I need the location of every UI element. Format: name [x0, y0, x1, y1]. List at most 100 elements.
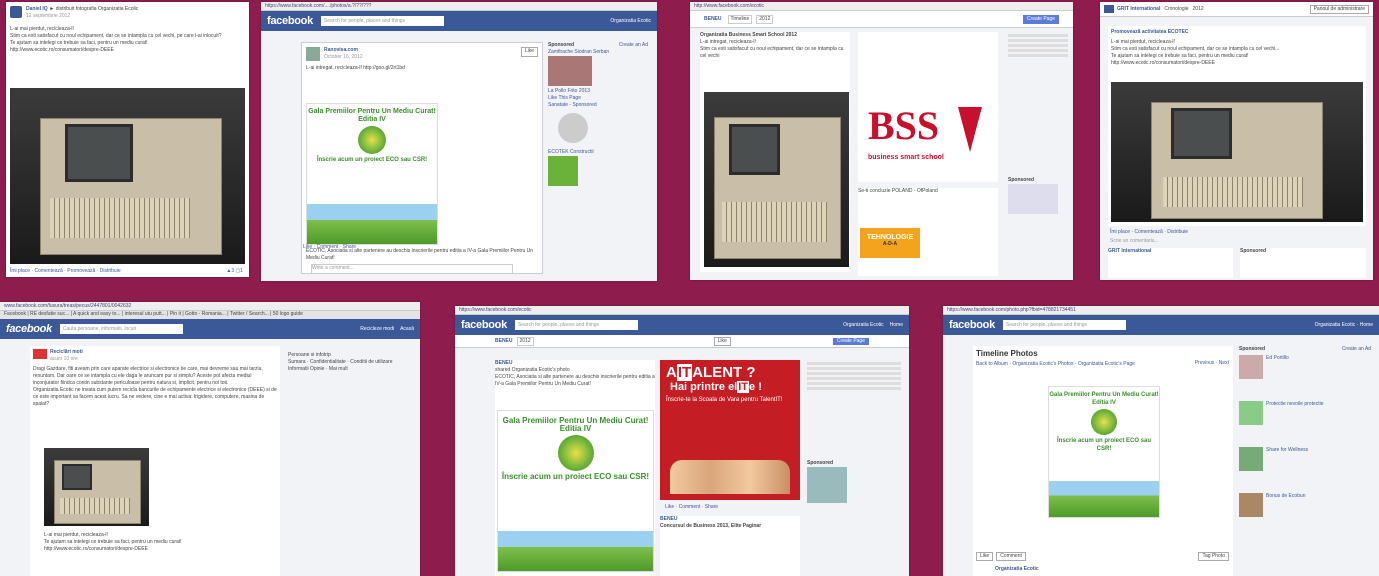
ad-title[interactable]: Zamfirache Siodran Serban: [548, 49, 648, 56]
eco-seal-icon: [1091, 409, 1117, 435]
poster-name[interactable]: BENEU: [495, 360, 655, 367]
post-title: Organizatia Business Smart School 2012: [700, 32, 797, 38]
post-date: October 16, 2012: [324, 54, 363, 60]
address-bar[interactable]: https://www.facebook.com/..../photos/a.?…: [261, 2, 657, 11]
poster-name[interactable]: BENEU: [660, 516, 800, 523]
tab-timeline[interactable]: BENEU: [495, 338, 513, 345]
poster-name[interactable]: GRIT International: [1108, 248, 1151, 254]
gala-poster[interactable]: Gala Premiilor Pentru Un Mediu Curat! Ed…: [497, 410, 654, 572]
comment-input[interactable]: Write a comment...: [311, 264, 513, 274]
post-photo[interactable]: [704, 92, 849, 267]
talent-it-2: IT: [737, 381, 750, 393]
timeline-select[interactable]: Cronologie: [1164, 6, 1188, 13]
talent-a: A: [666, 364, 677, 381]
talentit-poster[interactable]: AITALENT ? Hai printre elITe ! Înscrie-t…: [660, 360, 800, 500]
eco-seal-icon: [358, 126, 386, 154]
post-actions[interactable]: Like · Comment · Share: [665, 504, 718, 511]
address-bar[interactable]: www.facebook.com/fusura/treas/pecus/2447…: [0, 302, 420, 311]
gala-title: Gala Premiilor Pentru Un Mediu Curat!: [1049, 392, 1159, 398]
post-actions[interactable]: Like · Comment · Share: [303, 244, 356, 251]
ad-image[interactable]: [1239, 355, 1263, 379]
ad-title[interactable]: La Pollo Frito 2013: [548, 88, 648, 95]
timeline-select[interactable]: Timeline: [727, 14, 753, 24]
post-date[interactable]: 12 septembrie 2012: [26, 13, 70, 19]
year-select[interactable]: 2012: [756, 14, 774, 24]
poster-name[interactable]: Ranovisa.com: [324, 47, 358, 53]
post-description: ECOTIC, Asociatia si alte partenere au d…: [495, 374, 655, 387]
user-name[interactable]: Recicleze modi: [360, 326, 394, 332]
nav-links[interactable]: Organizatia Ecotic · Home: [1315, 322, 1373, 328]
post-actions[interactable]: Îmi place · Comentează · Promovează · Di…: [10, 268, 121, 275]
poster-name[interactable]: Daniel IQ: [26, 6, 48, 12]
group-name[interactable]: GRIT International: [1117, 6, 1160, 13]
home-link[interactable]: Acasă: [400, 326, 414, 332]
post-date: acum 10 ore: [50, 356, 78, 362]
year-select[interactable]: 2012: [516, 336, 534, 346]
timeline-nav: Sponsored: [1008, 32, 1068, 216]
ad-title[interactable]: Sanatate - Sponsored: [548, 102, 648, 109]
tag-photo-button[interactable]: Tag Photo: [1198, 552, 1229, 561]
create-page-button[interactable]: Create Page: [1022, 14, 1059, 24]
fb-logo[interactable]: facebook: [6, 323, 52, 335]
home-link[interactable]: Home: [890, 322, 903, 328]
like-page-link[interactable]: Like This Page: [548, 95, 648, 102]
gala-poster[interactable]: Gala Premiilor Pentru Un Mediu Curat! Ed…: [1048, 386, 1160, 518]
ad-title[interactable]: ECOTEK Constructii: [548, 149, 648, 156]
address-bar[interactable]: http://www.facebook.com/ecotic: [690, 2, 1073, 11]
like-button[interactable]: Like: [713, 336, 731, 346]
ad-image[interactable]: [1239, 447, 1263, 471]
search-input[interactable]: Search for people, places and things: [514, 320, 638, 330]
ad-image[interactable]: [1008, 184, 1058, 214]
ad-image[interactable]: [548, 156, 578, 186]
bss-logo[interactable]: BSS: [868, 102, 939, 149]
eco-seal-icon: [557, 435, 594, 471]
post-text: Dragi Gazdare, fiti aveam prin care apar…: [33, 366, 277, 407]
create-ad-link[interactable]: Create an Ad: [619, 42, 648, 49]
address-bar[interactable]: https://www.facebook.com/photo.php?fbid=…: [943, 306, 1379, 315]
admin-panel-button[interactable]: Panoul de administrare: [1309, 4, 1369, 14]
gala-poster[interactable]: Gala Premiilor Pentru Un Mediu Curat! Ed…: [306, 103, 438, 245]
sponsored-label: Sponsored: [807, 460, 834, 466]
page-name[interactable]: Organizatia Ecotic: [610, 18, 651, 24]
post-date: shared Organizatia Ecotic's photo: [495, 367, 570, 373]
post-photo[interactable]: [10, 88, 245, 264]
sponsored-label: Sponsored: [1240, 248, 1267, 254]
post-title[interactable]: Promovează activitatea ECOTEC: [1108, 26, 1366, 39]
prev-next-links[interactable]: Previous · Next: [1195, 360, 1229, 367]
post-actions[interactable]: Îmi place · Comentează · Distribuie: [1110, 229, 1188, 236]
create-page-button[interactable]: Create Page: [832, 337, 869, 345]
ad-image[interactable]: [1239, 493, 1263, 517]
like-button[interactable]: Like: [976, 552, 994, 561]
like-button[interactable]: Like: [520, 47, 538, 57]
ad-image[interactable]: [1239, 401, 1263, 425]
post-photo[interactable]: [1111, 82, 1363, 222]
comment-button[interactable]: Comment: [996, 552, 1026, 561]
ad-image[interactable]: [558, 113, 588, 143]
ad-image[interactable]: [807, 467, 847, 503]
bookmarks-bar[interactable]: Facebook | RE desfatie suc... | A quick …: [0, 311, 420, 319]
ad-title[interactable]: Bonus de Ecobun: [1266, 493, 1305, 517]
search-input[interactable]: Search for people, places and things: [320, 16, 444, 26]
ad-title[interactable]: Share for Wellness: [1266, 447, 1308, 471]
fb-logo[interactable]: facebook: [949, 319, 995, 331]
fb-logo[interactable]: facebook: [461, 319, 507, 331]
comment-input[interactable]: Scrie un comentariu...: [1110, 238, 1159, 245]
poster-name[interactable]: Reciclări moti: [50, 349, 83, 355]
page-name[interactable]: Organizatia Ecotic: [843, 322, 884, 328]
ads-sidebar: Sponsored Create an Ad Zamfirache Siodra…: [548, 42, 648, 188]
post-counts[interactable]: ▲3 ▢1: [226, 268, 243, 275]
search-input[interactable]: Cauta persoane, informatii, locuri: [59, 324, 183, 334]
post-photo[interactable]: [44, 448, 149, 526]
post-text: L-ai intregat, recicleaza-l! http://goo.…: [306, 65, 405, 71]
tech-banner[interactable]: TEHNOLOGIE A-D-A: [860, 228, 920, 258]
fb-logo[interactable]: facebook: [267, 15, 313, 27]
ad-title[interactable]: Protectie nevoile protectie: [1266, 401, 1324, 425]
ad-title[interactable]: Ed Portillo: [1266, 355, 1289, 379]
create-ad-link[interactable]: Create an Ad: [1342, 346, 1371, 353]
poster-name[interactable]: Organizatia Ecotic: [995, 566, 1039, 573]
search-input[interactable]: Search for people, places and things: [1002, 320, 1126, 330]
tab-timeline[interactable]: BENEU: [704, 16, 722, 23]
year-select[interactable]: 2012: [1193, 6, 1204, 13]
ad-image[interactable]: [548, 56, 592, 86]
address-bar[interactable]: https://www.facebook.com/ecotic: [455, 306, 909, 315]
